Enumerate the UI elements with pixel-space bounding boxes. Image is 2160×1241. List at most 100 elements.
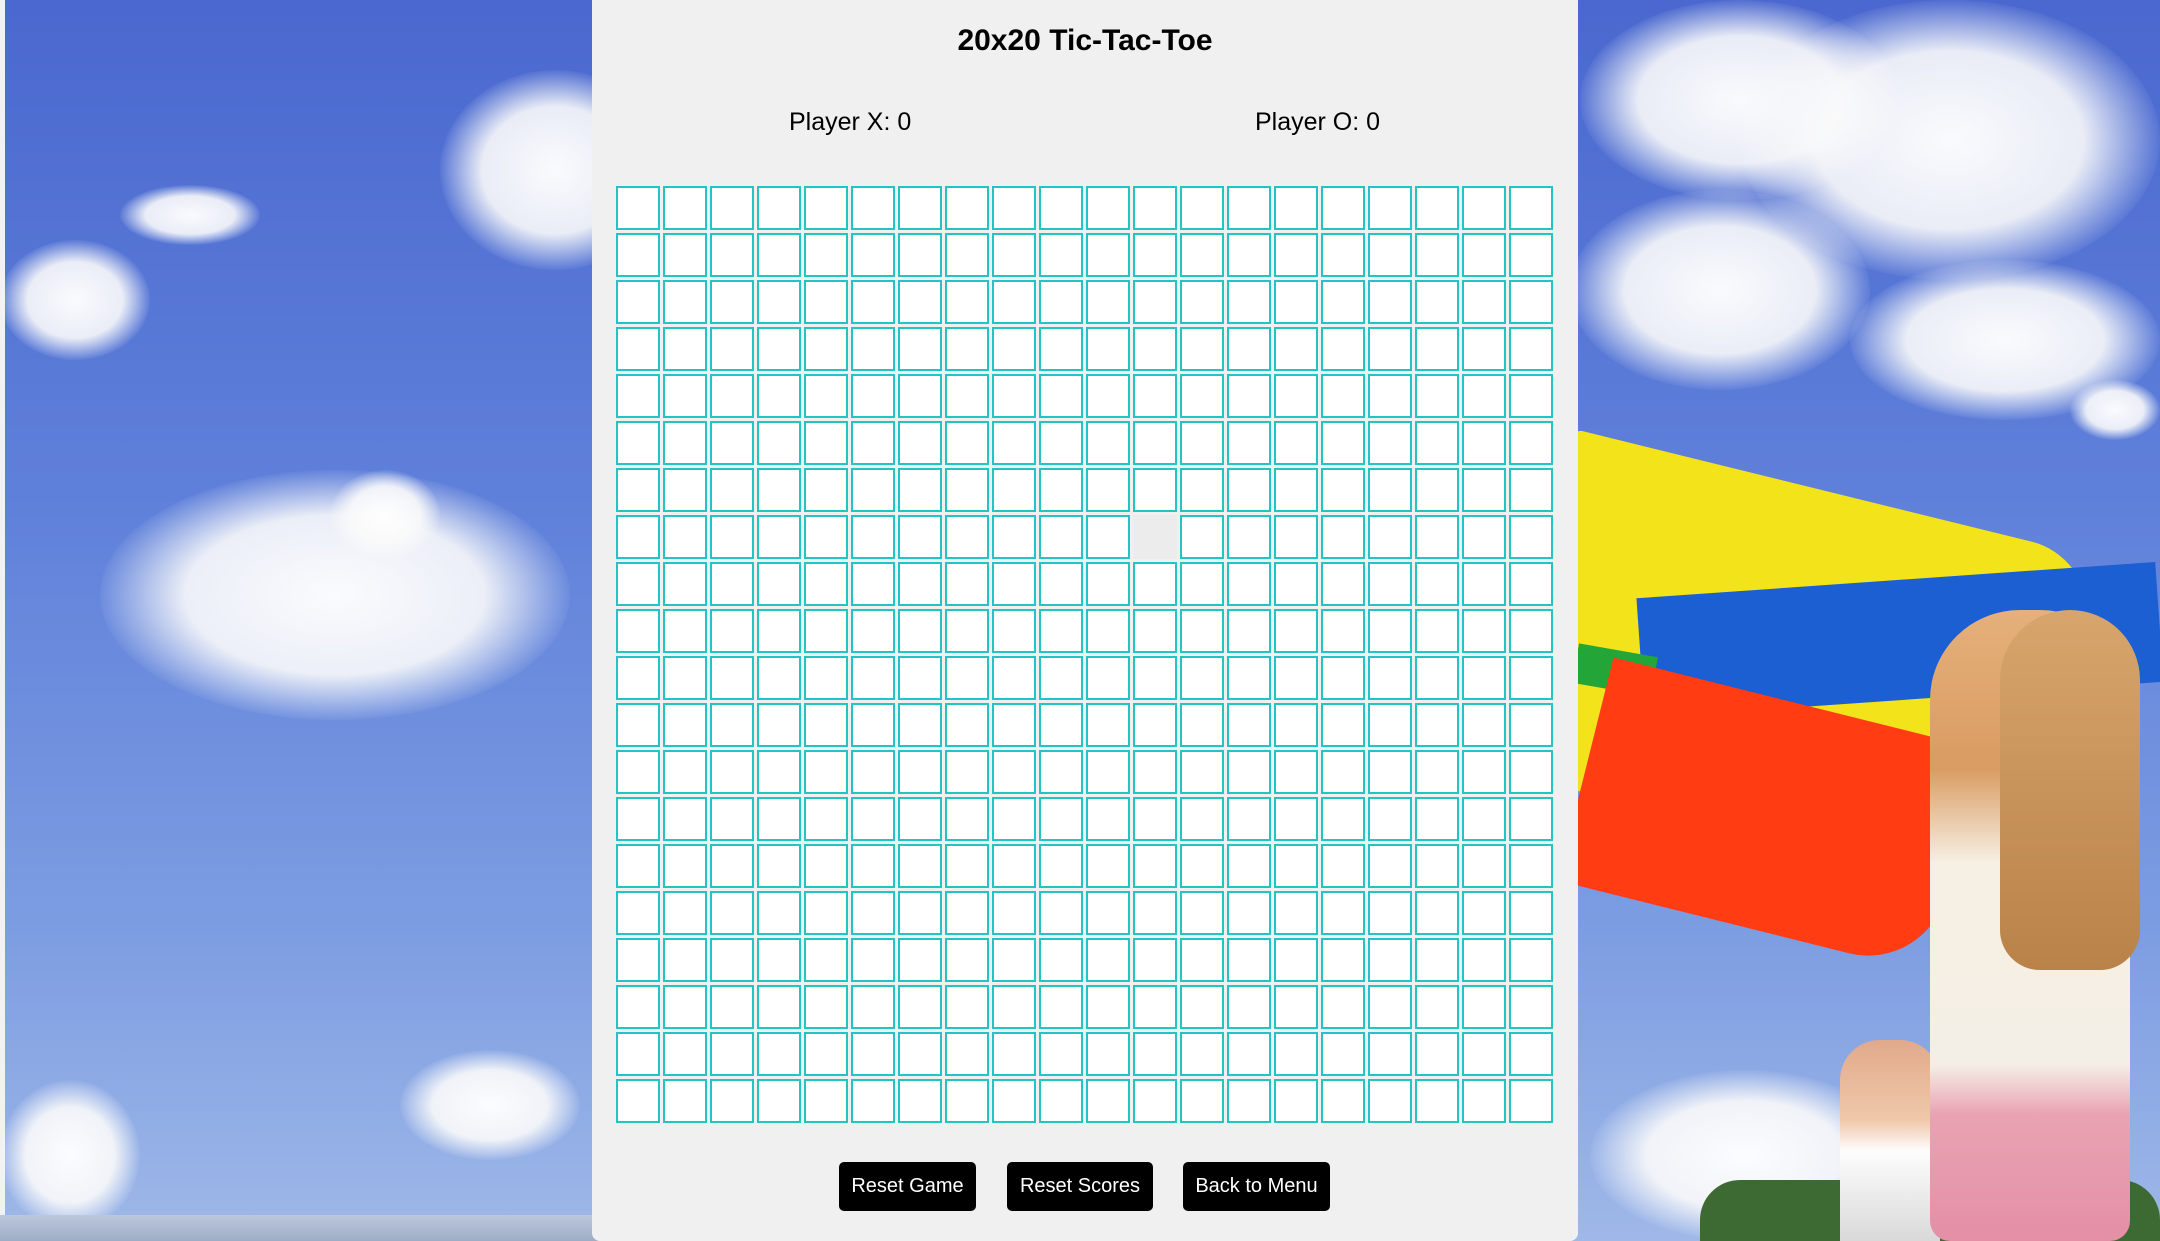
board-cell[interactable] [992,280,1036,324]
board-cell[interactable] [663,656,707,700]
board-cell[interactable] [1227,327,1271,371]
board-cell[interactable] [851,703,895,747]
board-cell[interactable] [992,797,1036,841]
board-cell[interactable] [1415,656,1459,700]
board-cell[interactable] [851,750,895,794]
reset-game-button[interactable]: Reset Game [839,1162,976,1211]
board-cell[interactable] [851,938,895,982]
board-cell[interactable] [710,703,754,747]
board-cell[interactable] [1133,1079,1177,1123]
board-cell[interactable] [804,891,848,935]
board-cell[interactable] [1039,327,1083,371]
board-cell[interactable] [663,891,707,935]
board-cell[interactable] [804,609,848,653]
board-cell[interactable] [851,609,895,653]
board-cell[interactable] [1227,844,1271,888]
board-cell[interactable] [1462,280,1506,324]
board-cell[interactable] [1321,891,1365,935]
board-cell[interactable] [1321,374,1365,418]
board-cell[interactable] [992,327,1036,371]
board-cell[interactable] [616,891,660,935]
board-cell[interactable] [1274,1079,1318,1123]
board-cell[interactable] [1368,609,1412,653]
board-cell[interactable] [1086,1079,1130,1123]
board-cell[interactable] [710,374,754,418]
board-cell[interactable] [1180,609,1224,653]
board-cell[interactable] [1086,703,1130,747]
board-cell[interactable] [1368,186,1412,230]
board-cell[interactable] [1039,656,1083,700]
board-cell[interactable] [1180,374,1224,418]
board-cell[interactable] [1462,703,1506,747]
board-cell[interactable] [1227,374,1271,418]
board-cell[interactable] [1509,1079,1553,1123]
board-cell[interactable] [710,515,754,559]
board-cell[interactable] [1462,797,1506,841]
board-cell[interactable] [898,609,942,653]
board-cell[interactable] [1368,327,1412,371]
board-cell[interactable] [1415,1032,1459,1076]
board-cell[interactable] [663,374,707,418]
board-cell[interactable] [945,374,989,418]
board-cell[interactable] [898,327,942,371]
board-cell[interactable] [1415,186,1459,230]
board-cell[interactable] [1509,280,1553,324]
board-cell[interactable] [1227,797,1271,841]
board-cell[interactable] [1133,327,1177,371]
board-cell[interactable] [992,233,1036,277]
board-cell[interactable] [1415,750,1459,794]
board-cell[interactable] [1415,985,1459,1029]
board-cell[interactable] [851,280,895,324]
board-cell[interactable] [1321,1079,1365,1123]
board-cell[interactable] [1227,280,1271,324]
board-cell[interactable] [1086,327,1130,371]
board-cell[interactable] [1321,985,1365,1029]
board-cell[interactable] [1368,562,1412,606]
board-cell[interactable] [851,421,895,465]
board-cell[interactable] [1180,280,1224,324]
board-cell[interactable] [757,891,801,935]
board-cell[interactable] [1133,797,1177,841]
board-cell[interactable] [898,1079,942,1123]
board-cell[interactable] [1274,703,1318,747]
board-cell[interactable] [710,938,754,982]
board-cell[interactable] [1321,421,1365,465]
board-cell[interactable] [1462,562,1506,606]
board-cell[interactable] [1086,468,1130,512]
board-cell[interactable] [1321,327,1365,371]
board-cell[interactable] [1039,609,1083,653]
board-cell[interactable] [1274,562,1318,606]
board-cell[interactable] [1227,233,1271,277]
board-cell[interactable] [1509,609,1553,653]
board-cell[interactable] [1133,280,1177,324]
board-cell[interactable] [1227,562,1271,606]
board-cell[interactable] [898,515,942,559]
board-cell[interactable] [616,562,660,606]
board-cell[interactable] [663,985,707,1029]
board-cell[interactable] [710,280,754,324]
board-cell[interactable] [1509,233,1553,277]
board-cell[interactable] [1509,374,1553,418]
board-cell[interactable] [1462,938,1506,982]
board-cell[interactable] [992,938,1036,982]
board-cell[interactable] [804,938,848,982]
board-cell[interactable] [757,844,801,888]
board-cell[interactable] [1180,468,1224,512]
board-cell[interactable] [757,468,801,512]
board-cell[interactable] [1368,985,1412,1029]
board-cell[interactable] [1274,797,1318,841]
board-cell[interactable] [616,421,660,465]
board-cell[interactable] [1368,797,1412,841]
board-cell[interactable] [1368,468,1412,512]
board-cell[interactable] [663,938,707,982]
board-cell[interactable] [898,750,942,794]
board-cell[interactable] [851,327,895,371]
board-cell[interactable] [1462,750,1506,794]
board-cell[interactable] [616,233,660,277]
board-cell[interactable] [992,656,1036,700]
board-cell[interactable] [1133,656,1177,700]
board-cell[interactable] [1180,656,1224,700]
board-cell[interactable] [1462,985,1506,1029]
board-cell[interactable] [663,327,707,371]
board-cell[interactable] [1180,421,1224,465]
